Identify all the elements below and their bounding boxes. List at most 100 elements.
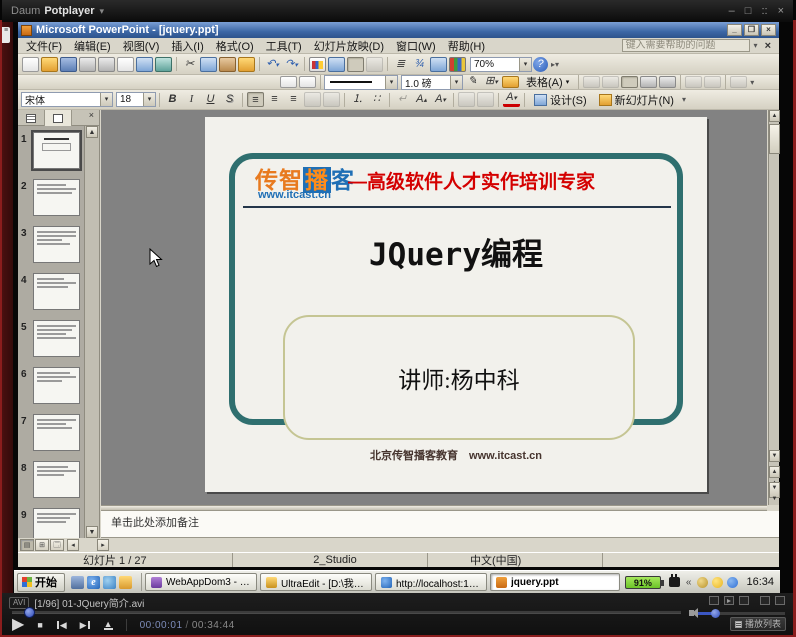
player-layout-button[interactable]: ::	[761, 5, 767, 17]
playlist-item-label[interactable]: [1/96] 01-JQuery简介.avi	[34, 595, 144, 610]
panel-scroll-down-icon[interactable]: ▼	[86, 526, 98, 538]
play-button[interactable]: ▶	[12, 617, 24, 633]
screen-size-icon[interactable]	[739, 596, 749, 605]
undo-icon[interactable]: ↶▾	[264, 57, 281, 72]
eraser-icon[interactable]	[299, 76, 316, 88]
distribute-text-icon[interactable]	[304, 92, 321, 107]
sequence-play-icon[interactable]	[724, 596, 734, 605]
slideshow-view-button[interactable]: 🗔	[50, 539, 64, 551]
color-grayscale-icon[interactable]	[449, 57, 466, 72]
wrap-icon[interactable]: ↵	[394, 92, 411, 107]
numbering-icon[interactable]: ⒈	[349, 92, 366, 107]
scroll-down-icon[interactable]: ▼	[769, 450, 780, 462]
fill-color-icon[interactable]	[502, 76, 519, 88]
research-icon[interactable]	[155, 57, 172, 72]
ppt-restore-button[interactable]: ❐	[744, 24, 759, 36]
line-style-combo[interactable]: ▾	[324, 75, 398, 90]
task-webappdom3[interactable]: WebAppDom3 - Microsof...	[145, 573, 257, 591]
tables-toolbar-options-icon[interactable]: ▾	[750, 78, 754, 87]
task-ultraedit[interactable]: UltraEdit - [D:\我的文档...	[260, 573, 372, 591]
spelling-icon[interactable]	[136, 57, 153, 72]
underline-button[interactable]: U	[202, 92, 219, 107]
ppt-minimize-button[interactable]: _	[727, 24, 742, 36]
playlist-toggle-button[interactable]: 播放列表	[730, 617, 786, 631]
next-button[interactable]: ▶	[80, 618, 91, 632]
menu-format[interactable]: 格式(O)	[210, 38, 260, 54]
split-cells-icon[interactable]	[602, 76, 619, 88]
new-icon[interactable]	[22, 57, 39, 72]
aspect-ratio-icon[interactable]	[709, 596, 719, 605]
scrollbar-thumb[interactable]	[769, 124, 780, 154]
volume-knob[interactable]	[711, 609, 720, 618]
task-jquery-ppt[interactable]: jquery.ppt	[490, 573, 620, 591]
menu-view[interactable]: 视图(V)	[117, 38, 166, 54]
slide-sorter-view-button[interactable]: ⊞	[35, 539, 49, 551]
font-color-icon[interactable]: A▾	[503, 92, 520, 107]
font-name-dropdown-icon[interactable]: ▾	[100, 93, 112, 106]
align-right-icon[interactable]: ≡	[285, 92, 302, 107]
tray-collapse-icon[interactable]: «	[686, 577, 692, 588]
notes-pane[interactable]: 单击此处添加备注	[101, 511, 779, 538]
align-top-icon[interactable]	[621, 76, 638, 88]
slide-canvas[interactable]: 传智播客 www.itcast.cn —高级软件人才实作培训专家 JQuery编…	[205, 117, 707, 492]
menu-help[interactable]: 帮助(H)	[442, 38, 491, 54]
outside-border-icon[interactable]: ⊞▾	[483, 76, 500, 88]
slide-thumbnail-6[interactable]: 6	[21, 367, 83, 411]
border-color-icon[interactable]: ✎	[464, 76, 481, 88]
seek-bar[interactable]	[12, 610, 681, 614]
line-spacing-icon[interactable]	[323, 92, 340, 107]
panel-scroll-up-icon[interactable]: ▲	[86, 126, 98, 138]
slide-thumbnail-9[interactable]: 9	[21, 508, 83, 538]
draw-table-icon[interactable]	[280, 76, 297, 88]
hscroll-left-icon[interactable]: ◂	[67, 539, 79, 551]
tables-and-borders-icon[interactable]	[347, 57, 364, 72]
align-left-icon[interactable]: ≡	[247, 92, 264, 107]
align-center-icon[interactable]: ≡	[266, 92, 283, 107]
menu-tools[interactable]: 工具(T)	[260, 38, 308, 54]
internet-explorer-icon[interactable]: e	[87, 576, 100, 589]
slide-thumbnail-2[interactable]: 2	[21, 179, 83, 223]
help-dropdown-icon[interactable]: ▾	[750, 41, 762, 50]
open-file-button[interactable]: ▲	[104, 621, 113, 630]
repeat-icon[interactable]	[760, 596, 770, 605]
copy-icon[interactable]	[200, 57, 217, 72]
panel-close-icon[interactable]: ×	[84, 110, 99, 125]
help-question-input[interactable]: 键入需要帮助的问题	[622, 39, 750, 52]
speaker-icon[interactable]	[689, 610, 694, 616]
font-size-dropdown-icon[interactable]: ▾	[143, 93, 155, 106]
shadow-button[interactable]: S	[221, 92, 238, 107]
resize-icon[interactable]	[775, 596, 785, 605]
menubar-close-icon[interactable]: ×	[762, 40, 777, 52]
align-bottom-icon[interactable]	[659, 76, 676, 88]
insert-hyperlink-icon[interactable]	[366, 57, 383, 72]
print-preview-icon[interactable]	[117, 57, 134, 72]
line-style-dropdown-icon[interactable]: ▾	[385, 76, 397, 89]
player-close-button[interactable]: ×	[778, 5, 784, 17]
merge-cells-icon[interactable]	[583, 76, 600, 88]
insert-table-icon[interactable]	[328, 57, 345, 72]
design-button[interactable]: 设计(S)	[528, 91, 593, 108]
battery-indicator[interactable]: 91%	[625, 576, 661, 589]
menu-window[interactable]: 窗口(W)	[390, 38, 442, 54]
tab-outline[interactable]	[18, 110, 45, 126]
bold-button[interactable]: B	[164, 92, 181, 107]
distribute-columns-icon[interactable]	[704, 76, 721, 88]
formatting-toolbar-options-icon[interactable]: ▾	[682, 95, 686, 104]
line-weight-combo[interactable]: 1.0 磅▾	[401, 75, 463, 90]
next-slide-button[interactable]: ▼▼	[769, 482, 780, 498]
save-icon[interactable]	[60, 57, 77, 72]
slide-thumbnail-3[interactable]: 3	[21, 226, 83, 270]
previous-slide-button[interactable]: ▲▲	[769, 466, 780, 478]
center-vertically-icon[interactable]	[640, 76, 657, 88]
table-menu-button[interactable]: 表格(A) ▾	[520, 74, 575, 91]
open-icon[interactable]	[41, 57, 58, 72]
slide-thumbnail-1[interactable]: 1	[21, 132, 83, 176]
messenger-icon[interactable]	[103, 576, 116, 589]
grid-icon[interactable]	[430, 57, 447, 72]
tray-icon-3[interactable]	[727, 577, 738, 588]
menu-edit[interactable]: 编辑(E)	[68, 38, 117, 54]
toolbar-options-icon[interactable]: ▸▾	[551, 60, 559, 69]
increase-font-icon[interactable]: A▴	[413, 92, 430, 107]
print-icon[interactable]	[98, 57, 115, 72]
text-direction-icon[interactable]	[730, 76, 747, 88]
